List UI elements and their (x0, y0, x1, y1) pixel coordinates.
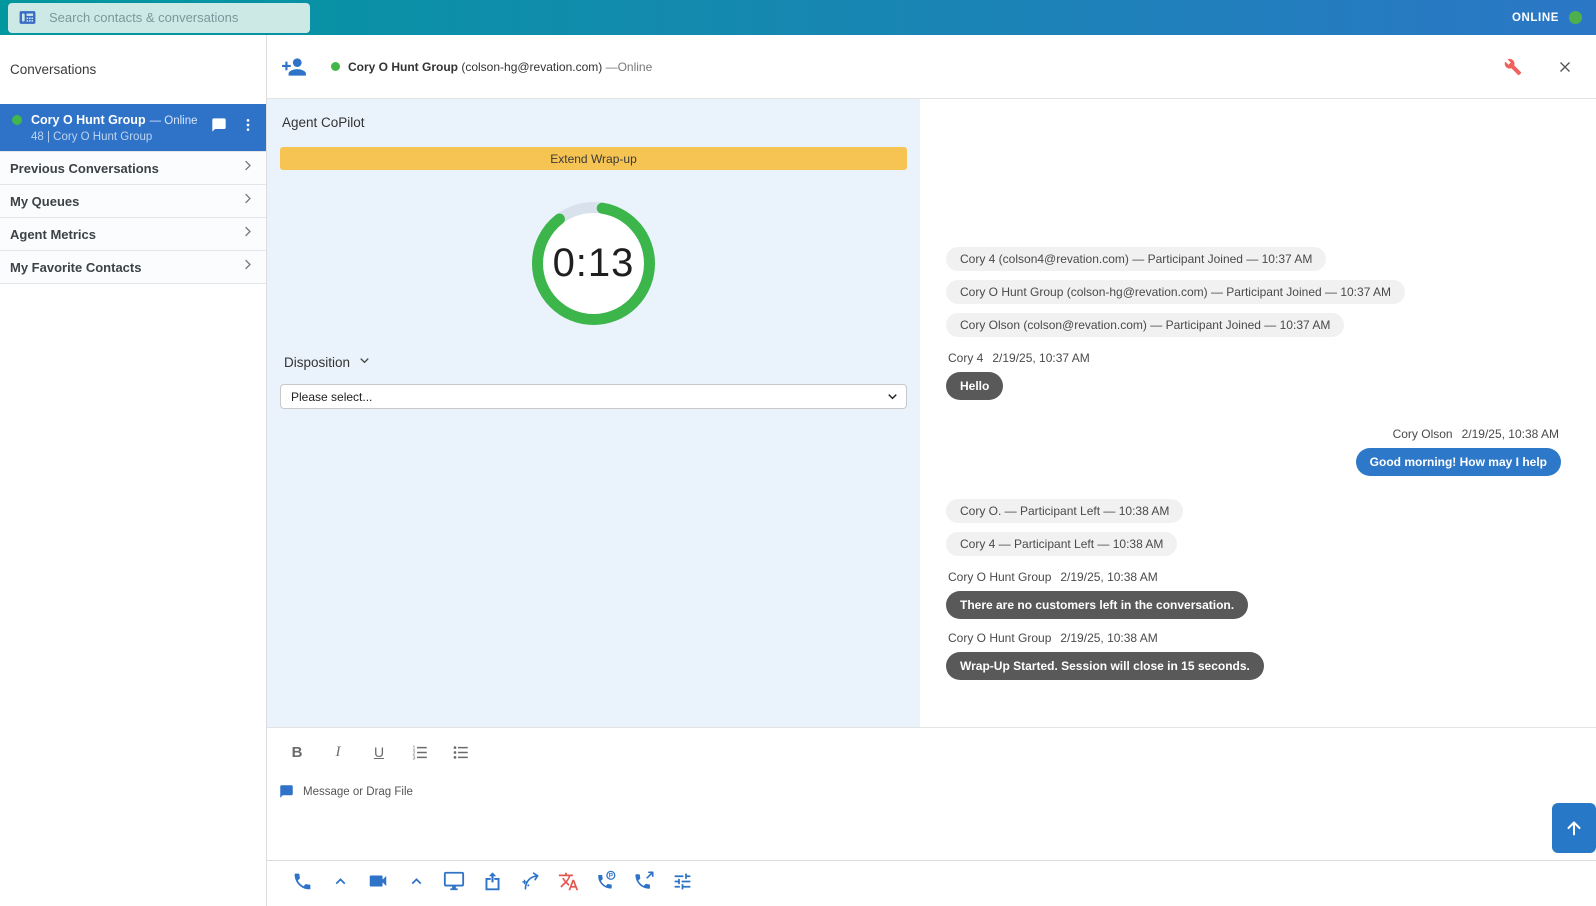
message-bubble: Good morning! How may I help (1356, 448, 1561, 476)
sidebar-title: Conversations (0, 35, 266, 104)
scroll-to-top-icon (1563, 817, 1585, 839)
sender-name: Cory O Hunt Group (948, 631, 1051, 645)
wrench-icon[interactable] (1504, 58, 1522, 76)
message-bubble: Wrap-Up Started. Session will close in 1… (946, 652, 1264, 680)
svg-text:3: 3 (413, 755, 416, 761)
sidebar-sections: Previous Conversations My Queues Agent M… (0, 151, 266, 284)
underline-icon[interactable]: U (370, 742, 388, 762)
message-group: Cory 4 2/19/25, 10:37 AM Hello (946, 346, 1092, 407)
phone-icon[interactable] (283, 864, 321, 898)
translate-icon[interactable] (549, 864, 587, 898)
sidebar-item-my-favorite-contacts[interactable]: My Favorite Contacts (0, 251, 266, 284)
conversation-info: Cory O Hunt Group— Online 48 | Cory O Hu… (31, 113, 202, 143)
chevron-right-icon (240, 191, 255, 211)
more-vert-icon[interactable] (240, 117, 256, 133)
sidebar-conversation-item-active[interactable]: Cory O Hunt Group— Online 48 | Cory O Hu… (0, 104, 266, 151)
person-add-icon[interactable] (281, 54, 307, 80)
disposition-select[interactable]: Please select... (280, 384, 907, 409)
message-group: Cory O Hunt Group 2/19/25, 10:38 AM There … (946, 565, 1248, 626)
message-timestamp: 2/19/25, 10:38 AM (1060, 570, 1157, 584)
sidebar-item-agent-metrics[interactable]: Agent Metrics (0, 218, 266, 251)
agent-status[interactable]: ONLINE (1512, 11, 1596, 24)
message-bubble: There are no customers left in the conve… (946, 591, 1248, 619)
status-label: ONLINE (1512, 12, 1559, 24)
wrapup-timer-value: 0:13 (530, 200, 657, 327)
sender-name: Cory 4 (948, 351, 983, 365)
message-sender-label: Cory 4 2/19/25, 10:37 AM (948, 351, 1090, 365)
ordered-list-icon[interactable]: 1 2 3 (411, 742, 429, 762)
sidebar-item-my-queues[interactable]: My Queues (0, 185, 266, 218)
agent-copilot-panel: Agent CoPilot Extend Wrap-up 0:13 Dispos… (267, 99, 920, 727)
bold-icon[interactable]: B (288, 742, 306, 762)
message-bubble-icon (279, 784, 294, 799)
system-event-pill: Cory O Hunt Group (colson-hg@revation.co… (946, 280, 1405, 304)
video-call-icon[interactable] (359, 864, 397, 898)
system-event-pill: Cory 4 — Participant Left — 10:38 AM (946, 532, 1177, 556)
scroll-to-top-button[interactable] (1552, 803, 1596, 853)
extend-wrapup-button[interactable]: Extend Wrap-up (280, 147, 907, 170)
compose-area: B I U 1 2 3 Message or (267, 727, 1596, 860)
message-input[interactable]: Message or Drag File (279, 784, 1596, 799)
search-input[interactable] (47, 9, 300, 26)
bullet-list-icon[interactable] (452, 742, 470, 762)
directory-phone-icon (18, 8, 37, 27)
close-icon[interactable] (1556, 58, 1574, 76)
linklive-app: ONLINE Conversations Cory O Hunt Group— … (0, 0, 1596, 906)
chat-message-list: Cory 4 (colson4@revation.com) — Particip… (920, 99, 1596, 727)
message-timestamp: 2/19/25, 10:38 AM (1462, 427, 1559, 441)
sidebar: Conversations Cory O Hunt Group— Online … (0, 35, 267, 906)
conversation-status: —Online (606, 60, 653, 74)
copilot-title: Agent CoPilot (282, 115, 907, 130)
system-event-pill: Cory O. — Participant Left — 10:38 AM (946, 499, 1183, 523)
conversation-header: Cory O Hunt Group (colson-hg@revation.co… (267, 35, 1596, 99)
message-sender-label: Cory Olson 2/19/25, 10:38 AM (1393, 427, 1559, 441)
chevron-right-icon (240, 257, 255, 277)
presence-dot (12, 115, 22, 125)
screen-share-icon[interactable] (435, 864, 473, 898)
disposition-toggle[interactable]: Disposition (284, 353, 907, 371)
message-timestamp: 2/19/25, 10:38 AM (1060, 631, 1157, 645)
sender-name: Cory O Hunt Group (948, 570, 1051, 584)
presence-dot (331, 62, 340, 71)
sender-name: Cory Olson (1393, 427, 1453, 441)
chevron-right-icon (240, 158, 255, 178)
conversation-presence: — Online (150, 115, 198, 127)
status-online-dot (1569, 11, 1582, 24)
message-placeholder: Message or Drag File (303, 786, 413, 798)
message-timestamp: 2/19/25, 10:37 AM (992, 351, 1089, 365)
system-event-pill: Cory Olson (colson@revation.com) — Parti… (946, 313, 1344, 337)
format-toolbar: B I U 1 2 3 (267, 728, 1596, 762)
global-search[interactable] (8, 3, 310, 33)
message-bubble: Hello (946, 372, 1003, 400)
ai-assist-icon[interactable] (511, 864, 549, 898)
message-group: Cory O Hunt Group 2/19/25, 10:38 AM Wrap-U… (946, 626, 1264, 687)
conversation-name: Cory O Hunt Group— Online (31, 113, 202, 127)
svg-text:P: P (609, 873, 614, 880)
phone-options-chevron-icon[interactable] (321, 864, 359, 898)
conversation-subtitle: 48 | Cory O Hunt Group (31, 131, 202, 143)
conversation-title: Cory O Hunt Group (colson-hg@revation.co… (348, 60, 652, 74)
park-call-icon[interactable]: P (587, 864, 625, 898)
message-sender-label: Cory O Hunt Group 2/19/25, 10:38 AM (948, 631, 1158, 645)
file-share-icon[interactable] (473, 864, 511, 898)
sidebar-item-previous-conversations[interactable]: Previous Conversations (0, 152, 266, 185)
chevron-down-icon (357, 353, 372, 371)
video-options-chevron-icon[interactable] (397, 864, 435, 898)
italic-icon[interactable]: I (329, 742, 347, 762)
conversation-actions (211, 117, 256, 133)
system-event-pill: Cory 4 (colson4@revation.com) — Particip… (946, 247, 1326, 271)
message-sender-label: Cory O Hunt Group 2/19/25, 10:38 AM (948, 570, 1158, 584)
top-bar: ONLINE (0, 0, 1596, 35)
call-toolbar: P (267, 860, 1596, 906)
transfer-call-icon[interactable] (625, 864, 663, 898)
chat-bubble-icon[interactable] (211, 117, 227, 133)
wrapup-timer: 0:13 (530, 200, 657, 327)
chevron-right-icon (240, 224, 255, 244)
message-group: Cory Olson 2/19/25, 10:38 AM Good morning!… (1356, 422, 1561, 483)
settings-sliders-icon[interactable] (663, 864, 701, 898)
